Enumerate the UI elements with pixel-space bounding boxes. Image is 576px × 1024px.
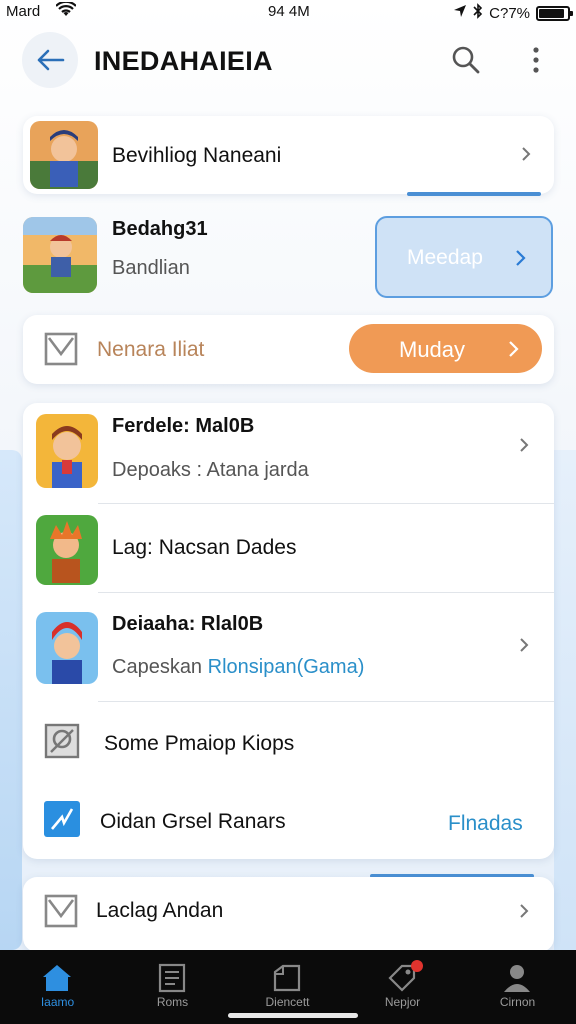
- list-item[interactable]: Deiaaha: Rlal0B Capeskan Rlonsipan(Gama): [23, 593, 554, 701]
- list-item[interactable]: Lag: Nacsan Dades: [23, 504, 554, 592]
- home-indicator: [228, 1013, 358, 1018]
- more-options-button[interactable]: [522, 42, 550, 78]
- nav-label: Iaamo: [40, 995, 75, 1009]
- list-item[interactable]: Oidan Grsel Ranars Flnadas: [23, 783, 554, 859]
- background-glow-right: [554, 450, 576, 950]
- settings-icon: [44, 723, 80, 759]
- chevron-right-icon: [520, 904, 529, 918]
- notice-card: Nenara Iliat Muday: [23, 315, 554, 384]
- game-thumbnail: [36, 515, 98, 585]
- clock: 94 4M: [268, 3, 310, 20]
- trending-icon: [44, 801, 80, 837]
- promo-title: Bedahg31: [112, 218, 208, 240]
- list-item-title: Lag: Nacsan Dades: [112, 536, 297, 559]
- chevron-right-icon: [509, 341, 519, 357]
- chevron-right-icon: [516, 250, 526, 266]
- notice-title: Nenara Iliat: [97, 338, 205, 361]
- mail-icon: [44, 894, 78, 928]
- notification-badge: [411, 960, 423, 972]
- chevron-right-icon: [520, 638, 529, 652]
- game-list-card: Ferdele: Mal0B Depoaks : Atana jarda Lag…: [23, 403, 554, 859]
- list-item[interactable]: Some Pmaiop Kiops: [23, 702, 554, 782]
- list-item-subtitle: Capeskan Rlonsipan(Gama): [112, 656, 365, 678]
- nav-item-roms[interactable]: Roms: [115, 950, 230, 1024]
- meedap-button[interactable]: Meedap: [375, 216, 553, 298]
- nav-item-cirnon[interactable]: Cirnon: [460, 950, 575, 1024]
- wifi-icon: [55, 0, 77, 22]
- back-arrow-icon: [37, 49, 65, 71]
- list-item-title: Oidan Grsel Ranars: [100, 810, 286, 833]
- flnadas-link[interactable]: Flnadas: [448, 812, 523, 836]
- last-card-title: Laclag Andan: [96, 899, 224, 922]
- nav-label: Diencett: [265, 995, 310, 1009]
- promo-subtitle: Bandlian: [112, 257, 190, 279]
- list-item-subtitle: Depoaks : Atana jarda: [112, 459, 309, 481]
- muday-button-label: Muday: [399, 337, 466, 362]
- list-icon: [158, 963, 186, 993]
- nav-label: Nepjor: [384, 995, 421, 1009]
- location-icon: [453, 4, 467, 22]
- list-item-title: Deiaaha: Rlal0B: [112, 613, 264, 635]
- nav-item-home[interactable]: Iaamo: [0, 950, 115, 1024]
- mail-icon: [44, 332, 78, 366]
- bluetooth-icon: [473, 3, 483, 23]
- meedap-button-label: Meedap: [407, 246, 483, 269]
- profile-icon: [504, 965, 530, 992]
- search-button[interactable]: [448, 42, 484, 78]
- home-icon: [43, 965, 71, 991]
- nav-item-nepjor[interactable]: Nepjor: [345, 950, 460, 1024]
- battery-icon: [536, 5, 573, 21]
- list-item[interactable]: Ferdele: Mal0B Depoaks : Atana jarda: [23, 403, 554, 503]
- background-glow-left: [0, 450, 22, 950]
- promo-thumbnail: [23, 217, 97, 293]
- folder-icon: [273, 964, 301, 992]
- character-thumbnail: [30, 121, 98, 189]
- list-item-title: Ferdele: Mal0B: [112, 415, 255, 437]
- carrier-label: Mard: [6, 3, 41, 20]
- card-accent-bar: [407, 192, 541, 196]
- muday-button[interactable]: Muday: [349, 324, 542, 373]
- chevron-right-icon: [522, 147, 531, 161]
- app-header: INEDAHAIEIA: [0, 30, 576, 92]
- game-thumbnail: [36, 414, 98, 488]
- featured-title: Bevihliog Naneani: [112, 144, 282, 167]
- more-vert-icon: [533, 47, 539, 73]
- list-item-link[interactable]: Rlonsipan(Gama): [208, 656, 365, 678]
- featured-card[interactable]: Bevihliog Naneani: [23, 116, 554, 194]
- nav-label: Cirnon: [499, 995, 536, 1009]
- last-card[interactable]: Laclag Andan: [23, 877, 554, 952]
- page-title: INEDAHAIEIA: [94, 46, 273, 76]
- chevron-right-icon: [520, 438, 529, 452]
- status-bar: Mard 94 4M C?7%: [0, 0, 576, 24]
- nav-label: Roms: [156, 995, 189, 1009]
- search-icon: [452, 46, 480, 74]
- back-button[interactable]: [22, 32, 78, 88]
- list-item-title: Some Pmaiop Kiops: [104, 732, 295, 755]
- game-thumbnail: [36, 612, 98, 684]
- battery-percent: C?7%: [489, 4, 530, 22]
